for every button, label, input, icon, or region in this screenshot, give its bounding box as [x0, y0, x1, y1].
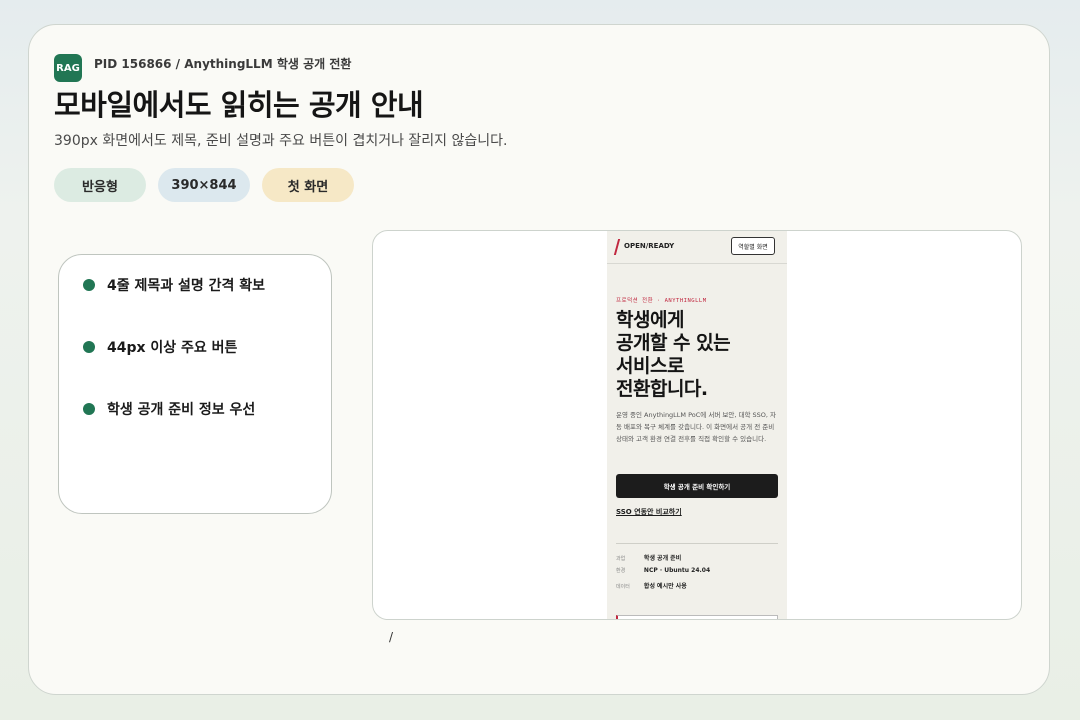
phone-header: OPEN/READY 역할별 화면: [607, 231, 787, 264]
caption-slash: /: [389, 630, 394, 644]
chip-first-screen: 첫 화면: [262, 168, 354, 202]
bullet-dot-icon: [83, 403, 95, 415]
checklist-item-label: 4줄 제목과 설명 간격 확보: [107, 278, 266, 294]
checklist-item-label: 44px 이상 주요 버튼: [107, 340, 238, 356]
hero-title-line: 학생에게: [616, 309, 684, 331]
mobile-preview-frame[interactable]: OPEN/READY 역할별 화면 프로덕션 전환 · ANYTHINGLLM …: [372, 230, 1022, 620]
info-row-value: 학생 공개 준비: [643, 555, 682, 562]
hero-title-line: 서비스로: [616, 355, 684, 377]
project-id: PID 156866 / AnythingLLM 학생 공개 전환: [94, 57, 352, 71]
chip-viewport-size: 390×844: [158, 168, 250, 202]
hero-title-line: 공개할 수 있는: [616, 332, 731, 354]
info-row-key: 환경: [616, 568, 626, 574]
phone-viewport[interactable]: OPEN/READY 역할별 화면 프로덕션 전환 · ANYTHINGLLM …: [607, 231, 787, 619]
info-divider: [616, 543, 778, 544]
checklist-item: 학생 공개 준비 정보 우선: [83, 399, 255, 419]
checklist-card: 4줄 제목과 설명 간격 확보 44px 이상 주요 버튼 학생 공개 준비 정…: [58, 254, 332, 514]
page-title: 모바일에서도 읽히는 공개 안내: [54, 88, 424, 122]
bullet-dot-icon: [83, 279, 95, 291]
page-subtitle: 390px 화면에서도 제목, 준비 설명과 주요 버튼이 겹치거나 잘리지 않…: [54, 133, 508, 149]
info-row-value: 합성 예시만 사용: [643, 583, 687, 590]
brand-slash-icon: [613, 239, 621, 255]
info-row-value: NCP · Ubuntu 24.04: [643, 567, 711, 574]
info-row: 과업 학생 공개 준비: [616, 553, 681, 562]
checklist-item: 44px 이상 주요 버튼: [83, 337, 237, 357]
role-view-button[interactable]: 역할별 화면: [731, 237, 775, 255]
hero-eyebrow: 프로덕션 전환 · ANYTHINGLLM: [616, 298, 707, 304]
hero-description: 운영 중인 AnythingLLM PoC에 서버 보안, 대학 SSO, 자동…: [616, 411, 776, 443]
phone-brand: OPEN/READY: [624, 242, 675, 250]
bullet-dot-icon: [83, 341, 95, 353]
info-row-key: 데이터: [616, 584, 630, 590]
hero-title-line: 전환합니다.: [616, 378, 708, 400]
info-row: 환경 NCP · Ubuntu 24.04: [616, 567, 710, 574]
next-section-card: [616, 615, 778, 619]
chip-responsive: 반응형: [54, 168, 146, 202]
rag-badge: RAG: [54, 54, 82, 82]
checklist-item: 4줄 제목과 설명 간격 확보: [83, 275, 265, 295]
check-readiness-button[interactable]: 학생 공개 준비 확인하기: [616, 474, 778, 498]
compare-sso-link[interactable]: SSO 연동안 비교하기: [616, 507, 682, 517]
checklist-item-label: 학생 공개 준비 정보 우선: [107, 402, 256, 418]
info-row-key: 과업: [616, 556, 626, 562]
hero-title: 학생에게 공개할 수 있는 서비스로 전환합니다.: [616, 309, 781, 401]
info-row: 데이터 합성 예시만 사용: [616, 581, 687, 590]
